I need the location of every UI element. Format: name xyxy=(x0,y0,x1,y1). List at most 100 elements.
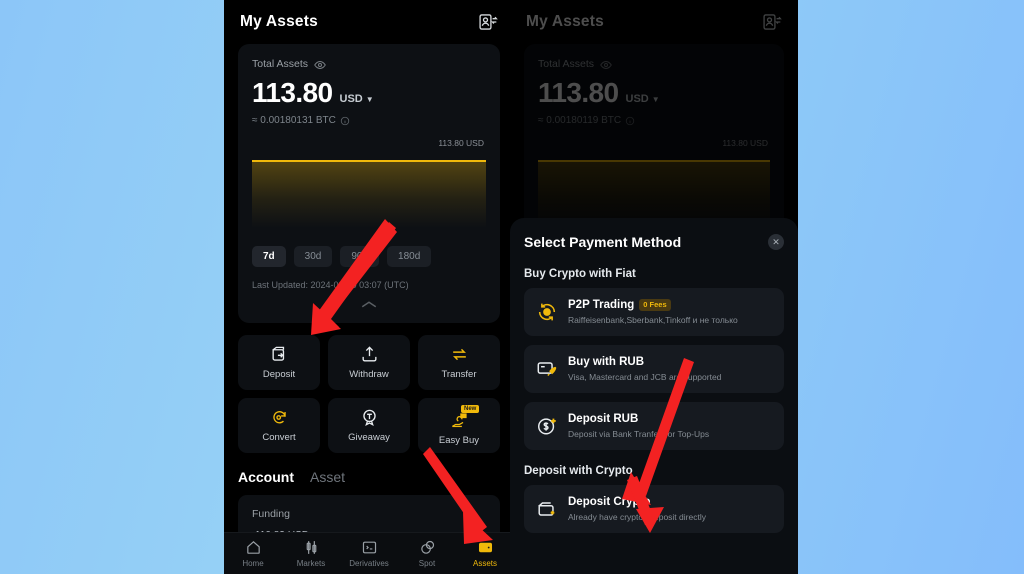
collapse-card-button[interactable] xyxy=(252,290,486,323)
convert-button[interactable]: Convert xyxy=(238,398,320,453)
account-asset-tabs: Account Asset xyxy=(224,453,514,495)
withdraw-icon xyxy=(361,346,377,362)
payment-method-buy-with-rub[interactable]: Buy with RUB Visa, Mastercard and JCB ar… xyxy=(524,345,784,393)
sheet-title: Select Payment Method xyxy=(524,234,682,250)
nav-home[interactable]: Home xyxy=(224,539,282,568)
card-rocket-icon xyxy=(536,358,558,380)
convert-label: Convert xyxy=(262,432,296,443)
chart-range-selector[interactable]: 7d 30d 90d 180d xyxy=(252,246,486,267)
payment-method-rub-name: Buy with RUB xyxy=(568,356,645,368)
payment-method-deposit-crypto-text: Deposit Crypto Already have crypto?Depos… xyxy=(568,496,706,522)
tab-account[interactable]: Account xyxy=(238,469,294,485)
close-icon[interactable]: ✕ xyxy=(768,234,784,250)
payment-method-rub-name-row: Buy with RUB xyxy=(568,356,721,368)
chevron-down-icon-dimmed: ▼ xyxy=(651,95,660,104)
transfer-label: Transfer xyxy=(441,369,477,380)
nav-spot-label: Spot xyxy=(418,559,436,568)
app-header-dimmed: My Assets xyxy=(510,0,798,44)
nav-derivatives-label: Derivatives xyxy=(349,559,389,568)
payment-method-p2p-trading[interactable]: P2P Trading 0 Fees Raiffeisenbank,Sberba… xyxy=(524,288,784,336)
easy-buy-label: Easy Buy xyxy=(438,434,480,446)
total-assets-label: Total Assets xyxy=(252,58,309,70)
payment-method-p2p-name: P2P Trading xyxy=(568,299,635,311)
balance-amount-row: 113.80 USD ▼ xyxy=(252,77,486,109)
eye-icon[interactable] xyxy=(314,58,326,70)
total-assets-label-row: Total Assets xyxy=(252,58,486,70)
app-header: My Assets xyxy=(224,0,514,44)
p2p-icon xyxy=(536,301,558,323)
giveaway-button[interactable]: Giveaway xyxy=(328,398,410,453)
transfer-icon xyxy=(452,348,466,361)
chart-area-fill xyxy=(252,162,486,228)
giveaway-icon xyxy=(362,409,376,426)
funding-label: Funding xyxy=(252,508,290,520)
payment-method-deposit-crypto-sub: Already have crypto?Deposit directly xyxy=(568,512,706,522)
new-badge: New xyxy=(461,405,480,413)
btc-equivalent-dimmed: ≈ 0.00180119 BTC xyxy=(538,115,622,126)
range-7d[interactable]: 7d xyxy=(252,246,286,267)
payment-method-deposit-rub-sub: Deposit via Bank Tranfers or Top-Ups xyxy=(568,429,710,439)
nav-assets[interactable]: Assets xyxy=(456,539,514,568)
chart-value-label-dimmed: 113.80 USD xyxy=(722,138,768,148)
derivatives-icon xyxy=(362,541,376,554)
markets-icon xyxy=(306,541,316,554)
easy-buy-button[interactable]: New Easy Buy xyxy=(418,398,500,453)
chevron-right-icon[interactable]: → xyxy=(472,517,486,533)
nav-markets[interactable]: Markets xyxy=(282,539,340,568)
nav-spot[interactable]: Spot xyxy=(398,539,456,568)
bottom-nav: Home Markets Derivatives Spot Assets xyxy=(224,532,514,574)
total-assets-label-dimmed: Total Assets xyxy=(538,58,595,70)
total-assets-card-dimmed: Total Assets 113.80 USD ▼ ≈ 0.00180119 B… xyxy=(524,44,784,232)
account-switch-icon[interactable] xyxy=(478,12,498,32)
payment-method-deposit-crypto-name-row: Deposit Crypto xyxy=(568,496,706,508)
chart-line-dimmed xyxy=(538,160,770,162)
payment-method-p2p-sub: Raiffeisenbank,Sberbank,Tinkoff и не тол… xyxy=(568,315,738,325)
balance-currency-dimmed: USD xyxy=(625,93,649,105)
payment-method-p2p-text: P2P Trading 0 Fees Raiffeisenbank,Sberba… xyxy=(568,299,738,325)
home-icon xyxy=(246,541,260,554)
last-updated-text: Last Updated: 2024-09-20 03:07 (UTC) xyxy=(252,280,409,290)
page-title: My Assets xyxy=(240,13,318,30)
transfer-button[interactable]: Transfer xyxy=(418,335,500,390)
eye-icon-dimmed xyxy=(600,58,612,70)
quick-actions-grid: Deposit Withdraw Transfer Convert Giveaw… xyxy=(238,335,500,453)
convert-icon xyxy=(272,411,286,424)
nav-markets-label: Markets xyxy=(296,559,326,568)
payment-method-p2p-name-row: P2P Trading 0 Fees xyxy=(568,299,738,311)
balance-currency[interactable]: USD xyxy=(340,93,363,105)
payment-method-deposit-crypto-name: Deposit Crypto xyxy=(568,496,651,508)
dollar-plus-icon xyxy=(536,415,558,437)
select-payment-method-sheet: Select Payment Method ✕ Buy Crypto with … xyxy=(510,218,798,574)
range-180d[interactable]: 180d xyxy=(387,246,432,267)
fees-badge: 0 Fees xyxy=(639,299,671,311)
range-30d[interactable]: 30d xyxy=(293,246,333,267)
deposit-icon xyxy=(271,346,284,361)
payment-method-deposit-crypto[interactable]: Deposit Crypto Already have crypto?Depos… xyxy=(524,485,784,533)
balance-chart: 113.80 USD xyxy=(252,138,486,232)
payment-method-rub-text: Buy with RUB Visa, Mastercard and JCB ar… xyxy=(568,356,721,382)
info-icon[interactable] xyxy=(340,116,350,126)
total-assets-label-row-dimmed: Total Assets xyxy=(538,58,770,70)
deposit-button[interactable]: Deposit xyxy=(238,335,320,390)
deposit-label: Deposit xyxy=(262,369,296,380)
payment-method-deposit-rub-name: Deposit RUB xyxy=(568,413,639,425)
tab-asset[interactable]: Asset xyxy=(310,469,345,485)
btc-equivalent: ≈ 0.00180131 BTC xyxy=(252,115,336,126)
range-90d[interactable]: 90d xyxy=(340,246,380,267)
chart-line xyxy=(252,160,486,162)
withdraw-button[interactable]: Withdraw xyxy=(328,335,410,390)
page-title-dimmed: My Assets xyxy=(526,13,604,30)
btc-equivalent-row: ≈ 0.00180131 BTC xyxy=(252,115,486,126)
total-assets-card: Total Assets 113.80 USD ▼ ≈ 0.00180131 B… xyxy=(238,44,500,323)
chevron-down-icon[interactable]: ▼ xyxy=(366,95,374,104)
chart-value-label: 113.80 USD xyxy=(438,138,484,148)
spot-icon xyxy=(420,540,434,554)
payment-method-deposit-rub-text: Deposit RUB Deposit via Bank Tranfers or… xyxy=(568,413,709,439)
balance-amount: 113.80 xyxy=(252,77,333,108)
payment-method-rub-sub: Visa, Mastercard and JCB are supported xyxy=(568,372,722,382)
payment-method-deposit-rub[interactable]: Deposit RUB Deposit via Bank Tranfers or… xyxy=(524,402,784,450)
nav-assets-label: Assets xyxy=(472,559,497,568)
account-switch-icon-dimmed xyxy=(762,12,782,32)
nav-derivatives[interactable]: Derivatives xyxy=(340,539,398,568)
sheet-header: Select Payment Method ✕ xyxy=(510,218,798,262)
